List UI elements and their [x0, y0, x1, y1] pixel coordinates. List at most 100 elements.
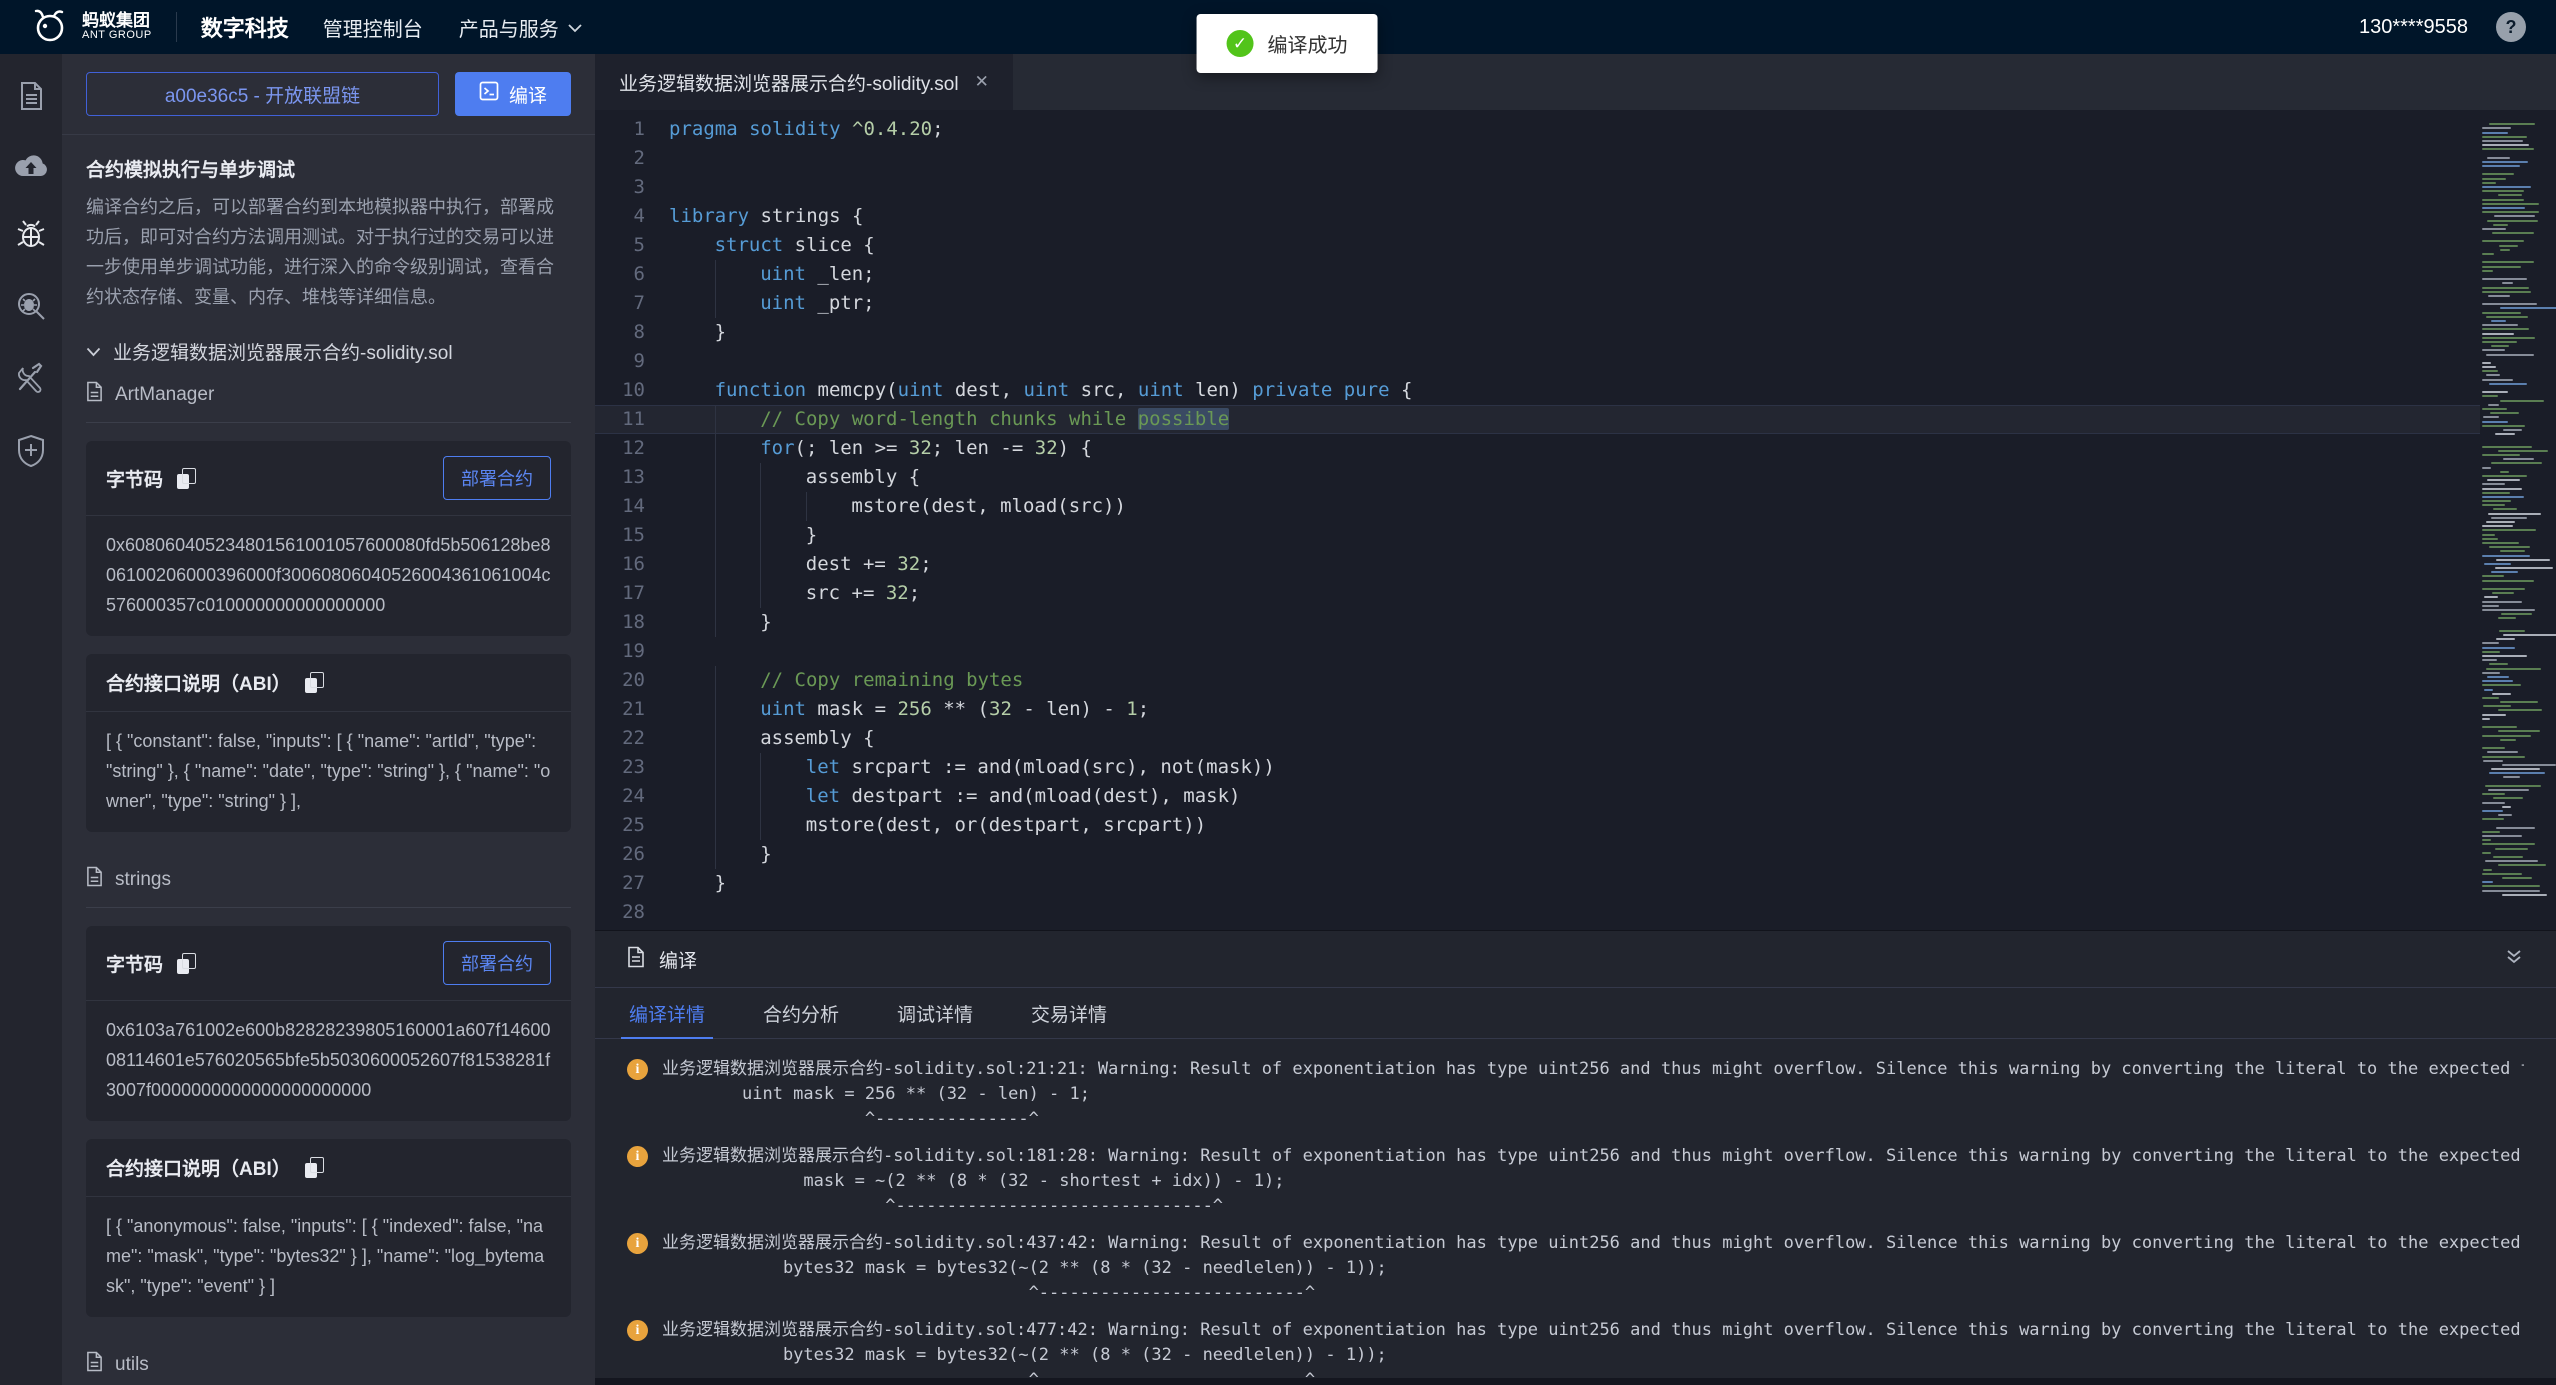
sidebar-body: 合约模拟执行与单步调试 编译合约之后，可以部署合约到本地模拟器中执行，部署成功后…: [62, 135, 595, 1385]
code-line[interactable]: 24 let destpart := and(mload(dest), mask…: [595, 782, 2480, 811]
panel-tab[interactable]: 交易详情: [1029, 988, 1109, 1038]
contract-file-row[interactable]: utils: [86, 1335, 571, 1385]
code-line[interactable]: 22 assembly {: [595, 724, 2480, 753]
account-phone[interactable]: 130****9558: [2359, 16, 2468, 39]
line-content: [645, 898, 669, 927]
abi-card: 合约接口说明（ABI） [ { "anonymous": false, "inp…: [86, 1139, 571, 1317]
code-line[interactable]: 18 }: [595, 608, 2480, 637]
code-line[interactable]: 2: [595, 144, 2480, 173]
code-lines: 1 pragma solidity ^0.4.20; 2 3 4 library…: [595, 115, 2480, 930]
editor-tab-label: 业务逻辑数据浏览器展示合约-solidity.sol: [619, 69, 959, 96]
line-content: mstore(dest, mload(src)): [645, 492, 1126, 521]
code-line[interactable]: 12 for(; len >= 32; len -= 32) {: [595, 434, 2480, 463]
line-number: 24: [595, 782, 645, 811]
code-line[interactable]: 3: [595, 173, 2480, 202]
code-line[interactable]: 21 uint mask = 256 ** (32 - len) - 1;: [595, 695, 2480, 724]
code-line[interactable]: 14 mstore(dest, mload(src)): [595, 492, 2480, 521]
editor-tab[interactable]: 业务逻辑数据浏览器展示合约-solidity.sol ✕: [595, 54, 1013, 110]
line-number: 9: [595, 347, 645, 376]
code-line[interactable]: 8 }: [595, 318, 2480, 347]
compiler-warning: i 业务逻辑数据浏览器展示合约-solidity.sol:21:21: Warn…: [595, 1055, 2556, 1142]
contract-sidebar: a00e36c5 - 开放联盟链 编译 合约模拟执行与单步调试 编译合约之后，可…: [62, 54, 595, 1385]
code-line[interactable]: 1 pragma solidity ^0.4.20;: [595, 115, 2480, 144]
code-line[interactable]: 6 uint _len;: [595, 260, 2480, 289]
nav-console[interactable]: 管理控制台: [323, 13, 423, 42]
code-line[interactable]: 26 }: [595, 840, 2480, 869]
warning-code: bytes32 mask = bytes32(~(2 ** (8 * (32 -…: [627, 1343, 2524, 1368]
code-line[interactable]: 15 }: [595, 521, 2480, 550]
code-line[interactable]: 19: [595, 637, 2480, 666]
chevron-down-icon: [86, 341, 101, 363]
file-icon: [86, 381, 103, 408]
code-line[interactable]: 13 assembly {: [595, 463, 2480, 492]
code-line[interactable]: 20 // Copy remaining bytes: [595, 666, 2480, 695]
line-number: 11: [595, 405, 645, 434]
tools-icon[interactable]: [15, 362, 47, 394]
bytecode-title: 字节码: [106, 465, 163, 492]
code-line[interactable]: 10 function memcpy(uint dest, uint src, …: [595, 376, 2480, 405]
close-icon[interactable]: ✕: [975, 72, 989, 92]
code-editor[interactable]: 1 pragma solidity ^0.4.20; 2 3 4 library…: [595, 110, 2556, 930]
cloud-upload-icon[interactable]: [14, 152, 48, 178]
logo-line2: ANT GROUP: [82, 30, 152, 42]
minimap[interactable]: [2480, 115, 2556, 930]
copy-icon[interactable]: [305, 1157, 324, 1178]
contract-file-row[interactable]: ArtManager: [86, 365, 571, 423]
activity-rail: [0, 54, 62, 1385]
panel-tab[interactable]: 编译详情: [627, 988, 707, 1038]
deploy-button[interactable]: 部署合约: [443, 456, 551, 500]
debug-icon[interactable]: [15, 218, 47, 250]
line-content: dest += 32;: [645, 550, 932, 579]
code-line[interactable]: 5 struct slice {: [595, 231, 2480, 260]
toast-compile-success: ✓ 编译成功: [1197, 14, 1378, 73]
panel-tab[interactable]: 合约分析: [761, 988, 841, 1038]
code-line[interactable]: 23 let srcpart := and(mload(src), not(ma…: [595, 753, 2480, 782]
terminal-icon: [479, 81, 499, 107]
section-title: 合约模拟执行与单步调试: [86, 155, 571, 182]
bug-search-icon[interactable]: [15, 290, 47, 322]
copy-icon[interactable]: [305, 672, 324, 693]
line-content: src += 32;: [645, 579, 920, 608]
line-number: 23: [595, 753, 645, 782]
file-icon[interactable]: [16, 80, 46, 112]
line-number: 2: [595, 144, 645, 173]
contract-group: strings 字节码 部署合约 0x6103a761002e600b82828…: [86, 850, 571, 1317]
code-line[interactable]: 4 library strings {: [595, 202, 2480, 231]
warning-text: 业务逻辑数据浏览器展示合约-solidity.sol:437:42: Warni…: [662, 1231, 2524, 1256]
panel-tab[interactable]: 调试详情: [895, 988, 975, 1038]
line-content: uint _ptr;: [645, 289, 875, 318]
file-icon: [86, 1351, 103, 1378]
code-line[interactable]: 17 src += 32;: [595, 579, 2480, 608]
code-line[interactable]: 9: [595, 347, 2480, 376]
copy-icon[interactable]: [177, 953, 196, 974]
line-number: 16: [595, 550, 645, 579]
contract-file-row[interactable]: strings: [86, 850, 571, 908]
abi-value: [ { "constant": false, "inputs": [ { "na…: [86, 712, 571, 832]
code-line[interactable]: 27 }: [595, 869, 2480, 898]
shield-plus-icon[interactable]: [16, 434, 46, 468]
compile-button[interactable]: 编译: [455, 72, 571, 116]
line-number: 13: [595, 463, 645, 492]
code-line[interactable]: 25 mstore(dest, or(destpart, srcpart)): [595, 811, 2480, 840]
copy-icon[interactable]: [177, 468, 196, 489]
compile-button-label: 编译: [509, 81, 547, 108]
line-number: 12: [595, 434, 645, 463]
nav-products[interactable]: 产品与服务: [459, 13, 583, 42]
code-line[interactable]: 16 dest += 32;: [595, 550, 2480, 579]
collapse-double-chevron-icon[interactable]: [2504, 947, 2524, 972]
deploy-button-label: 部署合约: [461, 954, 533, 974]
code-line[interactable]: 11 // Copy word-length chunks while poss…: [595, 405, 2480, 434]
chain-select[interactable]: a00e36c5 - 开放联盟链: [86, 72, 439, 116]
compile-panel-tabs: 编译详情 合约分析 调试详情 交易详情: [595, 987, 2556, 1039]
line-number: 18: [595, 608, 645, 637]
file-icon: [86, 866, 103, 893]
deploy-button[interactable]: 部署合约: [443, 941, 551, 985]
help-icon[interactable]: ?: [2496, 12, 2526, 42]
code-line[interactable]: 28: [595, 898, 2480, 927]
tree-root-file[interactable]: 业务逻辑数据浏览器展示合约-solidity.sol: [86, 338, 571, 365]
code-line[interactable]: 7 uint _ptr;: [595, 289, 2480, 318]
abi-value: [ { "anonymous": false, "inputs": [ { "i…: [86, 1197, 571, 1317]
line-number: 17: [595, 579, 645, 608]
warning-text: 业务逻辑数据浏览器展示合约-solidity.sol:477:42: Warni…: [662, 1318, 2524, 1343]
line-number: 15: [595, 521, 645, 550]
